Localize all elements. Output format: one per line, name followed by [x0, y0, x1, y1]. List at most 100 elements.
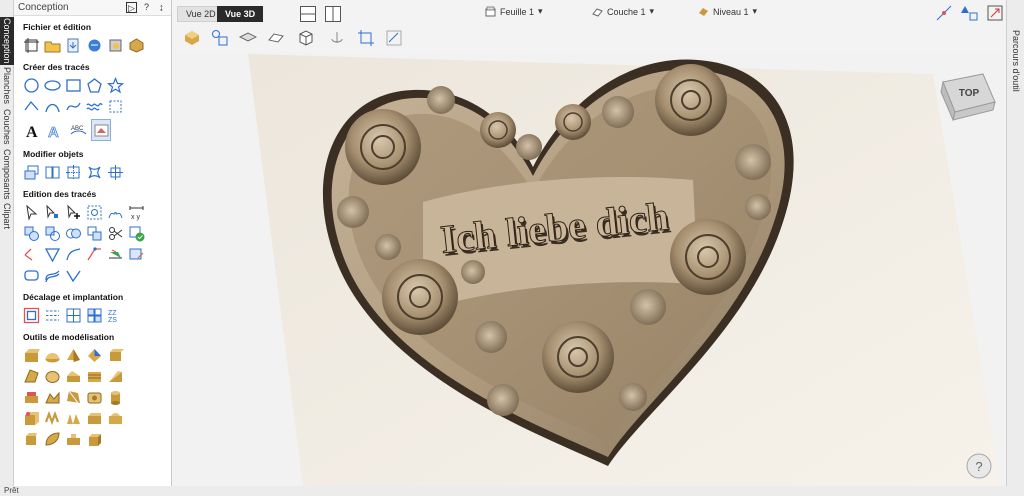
text-tool-icon[interactable]: A	[22, 119, 42, 141]
smooth-relief-icon[interactable]	[43, 368, 61, 386]
star-icon[interactable]	[106, 77, 124, 95]
subtract-icon[interactable]	[43, 225, 61, 243]
snap-icon[interactable]	[935, 4, 953, 22]
dome-icon[interactable]	[43, 347, 61, 365]
line-tangent-icon[interactable]	[64, 267, 82, 285]
tab-conception[interactable]: Conception	[0, 17, 14, 65]
help-button[interactable]: ?	[141, 2, 152, 13]
merge-icon[interactable]	[22, 389, 40, 407]
weld-icon[interactable]	[22, 225, 40, 243]
tab-clipart[interactable]: Clipart	[0, 201, 14, 231]
zoom-extents-icon[interactable]	[986, 4, 1004, 22]
extrude-icon[interactable]	[64, 347, 82, 365]
import-file-icon[interactable]	[64, 37, 82, 55]
array-copy-icon[interactable]	[106, 164, 124, 182]
dash-lines-icon[interactable]	[43, 307, 61, 325]
sheet-dropdown[interactable]: Feuille 1 ▾	[485, 6, 543, 17]
measure-icon[interactable]: x y	[127, 204, 145, 222]
weave-icon[interactable]	[43, 410, 61, 428]
close-vector-icon[interactable]	[127, 246, 145, 264]
select-pointer-icon[interactable]	[22, 204, 40, 222]
spikes-icon[interactable]	[64, 410, 82, 428]
slice-icon[interactable]	[64, 389, 82, 407]
tab-planches[interactable]: Planches	[0, 66, 14, 106]
intersect-icon[interactable]	[64, 225, 82, 243]
collapse-panel-button[interactable]: ▷	[126, 2, 137, 13]
wireframe-icon[interactable]	[267, 29, 285, 47]
job-setup-icon[interactable]	[22, 37, 40, 55]
tab-composants[interactable]: Composants	[0, 148, 14, 200]
split-vertical-icon[interactable]	[324, 5, 342, 23]
trim-icon[interactable]	[106, 225, 124, 243]
wave-icon[interactable]	[85, 98, 103, 116]
curve-icon[interactable]	[64, 98, 82, 116]
smooth-icon[interactable]	[106, 246, 124, 264]
fillet-icon[interactable]	[22, 246, 40, 264]
stamp-icon[interactable]	[64, 431, 82, 449]
scale-icon[interactable]	[64, 164, 82, 182]
tab-3d-view[interactable]: Vue 3D	[217, 6, 264, 22]
polyline-icon[interactable]	[22, 98, 40, 116]
material-setup-icon[interactable]	[183, 29, 201, 47]
label-layout-icon[interactable]: ZZ ZS	[106, 307, 124, 325]
nesting-icon[interactable]	[64, 307, 82, 325]
fade-icon[interactable]	[64, 368, 82, 386]
split-horizontal-icon[interactable]	[299, 5, 317, 23]
join-icon[interactable]	[85, 246, 103, 264]
text-outline-icon[interactable]: A	[45, 119, 65, 141]
pin-icon[interactable]: ↨	[156, 2, 167, 13]
level-dropdown[interactable]: Niveau 1 ▾	[698, 6, 757, 17]
cube-view-icon[interactable]	[297, 29, 315, 47]
render-view-icon[interactable]	[239, 29, 257, 47]
box-icon[interactable]	[22, 410, 40, 428]
leaf-relief-icon[interactable]	[43, 431, 61, 449]
snapshot-icon[interactable]	[127, 37, 145, 55]
offset-relief-icon[interactable]	[43, 389, 61, 407]
sculpt-icon[interactable]	[22, 368, 40, 386]
tilt-icon[interactable]	[106, 368, 124, 386]
arc-icon[interactable]	[43, 98, 61, 116]
extend-icon[interactable]	[64, 246, 82, 264]
bake-icon[interactable]	[85, 389, 103, 407]
view-cube[interactable]: TOP	[940, 73, 996, 122]
move-icon[interactable]	[22, 164, 40, 182]
offset-icon[interactable]	[22, 307, 40, 325]
anchor-icon[interactable]	[328, 29, 346, 47]
shape-tools-icon[interactable]	[961, 4, 979, 22]
chamfer-icon[interactable]	[43, 246, 61, 264]
distort-icon[interactable]	[85, 164, 103, 182]
circle-icon[interactable]	[22, 77, 40, 95]
texture-icon[interactable]	[85, 368, 103, 386]
bevel-icon[interactable]	[85, 410, 103, 428]
3d-viewport[interactable]: Ich liebe dich Ich liebe dich TOP ?	[173, 52, 1005, 486]
tab-couches[interactable]: Couches	[0, 107, 14, 147]
relief-icon[interactable]	[106, 410, 124, 428]
transform-icon[interactable]	[85, 204, 103, 222]
revolve-icon[interactable]	[106, 347, 124, 365]
node-edit-icon[interactable]	[43, 204, 61, 222]
validate-icon[interactable]	[127, 225, 145, 243]
shapes-view-icon[interactable]	[211, 29, 229, 47]
align-icon[interactable]	[43, 164, 61, 182]
open-folder-icon[interactable]	[43, 37, 61, 55]
rectangle-icon[interactable]	[64, 77, 82, 95]
viewport-help-button[interactable]: ?	[966, 453, 992, 479]
block-icon[interactable]	[22, 431, 40, 449]
ellipse-icon[interactable]	[43, 77, 61, 95]
relief-clip-icon[interactable]	[385, 29, 403, 47]
text-tool-selected-icon[interactable]	[91, 119, 111, 141]
shape-editor-icon[interactable]	[22, 347, 40, 365]
text-on-curve-icon[interactable]: ABC	[68, 119, 88, 141]
polygon-icon[interactable]	[85, 77, 103, 95]
offset-curve-icon[interactable]	[43, 267, 61, 285]
cube-relief-icon[interactable]	[85, 431, 103, 449]
import-model-icon[interactable]	[85, 37, 103, 55]
tile-layout-icon[interactable]	[85, 307, 103, 325]
notes-icon[interactable]	[106, 37, 124, 55]
cylinder-icon[interactable]	[106, 389, 124, 407]
crop-icon[interactable]	[357, 29, 375, 47]
two-rail-icon[interactable]	[85, 347, 103, 365]
overlap-icon[interactable]	[85, 225, 103, 243]
rounded-rect-icon[interactable]	[22, 267, 40, 285]
dimension-icon[interactable]	[106, 98, 124, 116]
